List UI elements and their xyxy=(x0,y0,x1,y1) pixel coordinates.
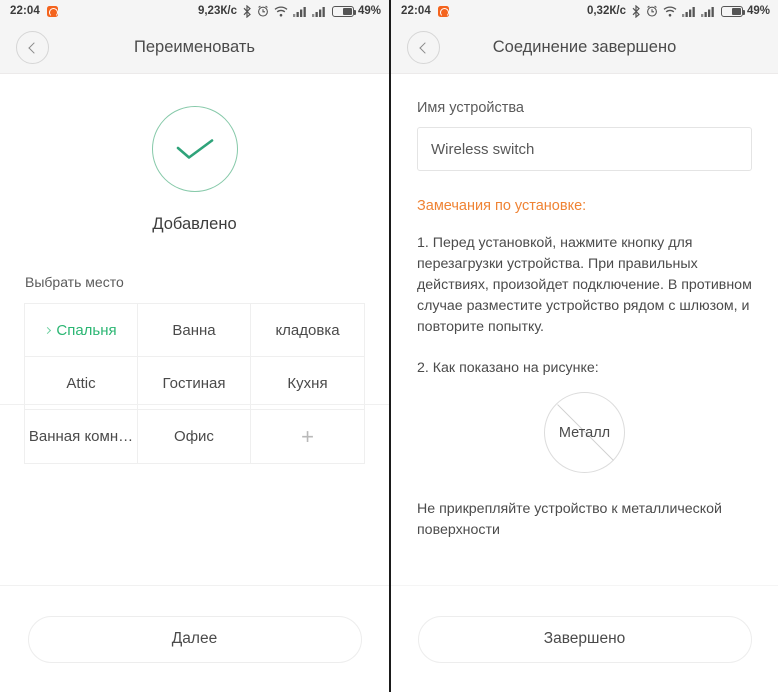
screen-rename: 22:04 9,23К/с 49% Переименовать Добавлен… xyxy=(0,0,389,692)
install-notes-heading: Замечания по установке: xyxy=(417,198,587,214)
page-title: Соединение завершено xyxy=(492,38,677,56)
room-label: Кухня xyxy=(287,374,328,392)
room-cell-bath[interactable]: Ванна xyxy=(138,304,251,357)
status-network-speed: 0,32К/с xyxy=(586,5,626,17)
status-bar-left: 22:04 9,23К/с 49% xyxy=(0,0,389,22)
room-cell-bathroom[interactable]: Ванная комн… xyxy=(25,410,138,463)
room-label: кладовка xyxy=(275,321,340,339)
room-label: Ванная комн… xyxy=(28,428,134,445)
pick-place-label: Выбрать место xyxy=(25,274,124,290)
no-metal-icon: Металл xyxy=(544,392,625,473)
room-cell-bedroom[interactable]: Спальня xyxy=(25,304,138,357)
screen-connection-complete: 22:04 0,32К/с 49% Соединение завершено И… xyxy=(389,0,778,692)
battery-icon xyxy=(720,5,746,17)
room-cell-add[interactable]: + xyxy=(251,410,364,463)
bluetooth-icon xyxy=(632,4,641,18)
device-name-input[interactable]: Wireless switch xyxy=(417,127,752,171)
status-bar-right: 22:04 0,32К/с 49% xyxy=(391,0,778,22)
bluetooth-icon xyxy=(243,4,252,18)
signal-icon-2 xyxy=(700,6,715,17)
room-label: Спальня xyxy=(56,321,117,339)
room-cell-living-room[interactable]: Гостиная xyxy=(138,357,251,410)
notification-app-icon xyxy=(437,5,449,17)
chevron-left-icon xyxy=(419,41,431,54)
alarm-icon xyxy=(646,5,658,17)
connection-body: Имя устройства Wireless switch Замечания… xyxy=(391,74,778,585)
no-metal-diagram: Металл xyxy=(417,392,752,473)
alarm-icon xyxy=(257,5,269,17)
room-label: Гостиная xyxy=(162,374,226,392)
device-name-value: Wireless switch xyxy=(431,140,535,158)
back-button[interactable] xyxy=(407,31,440,64)
section-divider xyxy=(0,404,389,405)
rename-body: Добавлено Выбрать место Спальня Ванна кл… xyxy=(0,74,389,585)
title-bar-right: Соединение завершено xyxy=(391,22,778,74)
wifi-icon xyxy=(274,5,288,17)
success-indicator: Добавлено xyxy=(0,106,389,234)
room-grid: Спальня Ванна кладовка Attic Гостиная Ку… xyxy=(24,303,365,464)
signal-icon-1 xyxy=(681,6,696,17)
install-note-2: 2. Как показано на рисунке: xyxy=(417,360,599,376)
metal-label: Металл xyxy=(558,424,611,441)
checkmark-icon xyxy=(176,139,213,159)
plus-icon: + xyxy=(301,423,314,449)
title-bar-left: Переименовать xyxy=(0,22,389,74)
finish-button[interactable]: Завершено xyxy=(417,615,752,663)
status-network-speed: 9,23К/с xyxy=(197,5,237,17)
battery-percent: 49% xyxy=(357,5,381,17)
dual-screenshot: 22:04 9,23К/с 49% Переименовать Добавлен… xyxy=(0,0,778,692)
signal-icon-1 xyxy=(292,6,307,17)
chevron-left-icon xyxy=(28,41,40,54)
device-name-label: Имя устройства xyxy=(417,100,524,116)
battery-icon xyxy=(331,5,357,17)
room-cell-storage[interactable]: кладовка xyxy=(251,304,364,357)
status-time: 22:04 xyxy=(401,5,431,17)
status-time: 22:04 xyxy=(10,5,40,17)
notification-app-icon xyxy=(46,5,58,17)
next-button[interactable]: Далее xyxy=(27,615,362,663)
room-label: Attic xyxy=(66,374,96,392)
room-cell-attic[interactable]: Attic xyxy=(25,357,138,410)
added-label: Добавлено xyxy=(152,215,237,233)
page-title: Переименовать xyxy=(134,38,255,56)
room-label: Ванна xyxy=(172,321,216,339)
room-label: Офис xyxy=(174,428,214,445)
signal-icon-2 xyxy=(311,6,326,17)
room-cell-office[interactable]: Офис xyxy=(138,410,251,463)
footer-right: Завершено xyxy=(391,585,778,692)
chevron-right-icon xyxy=(44,326,52,334)
battery-percent: 49% xyxy=(746,5,770,17)
back-button[interactable] xyxy=(16,31,49,64)
check-circle-icon xyxy=(151,106,238,192)
wifi-icon xyxy=(663,5,677,17)
footer-left: Далее xyxy=(0,585,389,692)
room-cell-kitchen[interactable]: Кухня xyxy=(251,357,364,410)
install-note-1: 1. Перед установкой, нажмите кнопку для … xyxy=(417,235,752,335)
install-note-3: Не прикрепляйте устройство к металлическ… xyxy=(417,501,722,538)
